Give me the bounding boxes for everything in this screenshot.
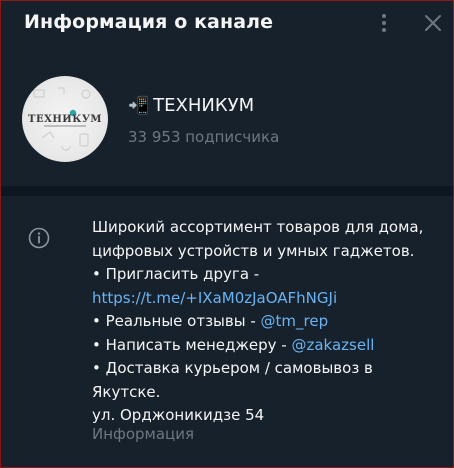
phone-arrow-icon: 📲 xyxy=(128,96,150,116)
header: Информация о канале xyxy=(1,1,453,45)
info-caption: Информация xyxy=(92,425,195,443)
subscriber-count: 33 953 подписчика xyxy=(128,128,280,146)
close-icon xyxy=(425,15,441,31)
more-menu-button[interactable] xyxy=(373,12,395,34)
description-line: • Доставка курьером / самовывоз в xyxy=(92,359,373,377)
avatar[interactable]: ТЕХНИКУМ xyxy=(22,76,108,162)
avatar-logo-text: ТЕХНИКУМ xyxy=(28,114,102,125)
description-line: • Пригласить друга - xyxy=(92,265,260,283)
more-dots-icon xyxy=(382,14,386,18)
description-line: цифровых устройств и умных гаджетов. xyxy=(92,241,415,260)
channel-description: Широкий ассортимент товаров для дома, ци… xyxy=(92,216,432,428)
reviews-link[interactable]: @tm_rep xyxy=(261,312,329,330)
manager-line: • Написать менеджеру - @zakazsell xyxy=(92,335,375,354)
manager-link[interactable]: @zakazsell xyxy=(291,336,374,354)
description-line: Широкий ассортимент товаров для дома, xyxy=(92,218,424,236)
section-divider xyxy=(1,186,453,196)
info-section: Широкий ассортимент товаров для дома, ци… xyxy=(1,196,453,467)
channel-profile: ТЕХНИКУМ 📲 ТЕХНИКУМ 33 953 подписчика xyxy=(1,61,453,181)
channel-info-window: Информация о канале ТЕХНИКУМ 📲 ТЕХНИКУМ … xyxy=(0,0,454,468)
description-line: Якутске. xyxy=(92,382,161,401)
close-button[interactable] xyxy=(421,11,445,35)
page-title: Информация о канале xyxy=(24,11,274,33)
address-line: ул. Орджоникидзе 54 xyxy=(92,406,265,424)
channel-name: 📲 ТЕХНИКУМ xyxy=(128,95,254,116)
reviews-line: • Реальные отзывы - @tm_rep xyxy=(92,312,329,330)
channel-name-label: ТЕХНИКУМ xyxy=(153,95,255,116)
invite-link[interactable]: https://t.me/+IXaM0zJaOAFhNGJi xyxy=(92,287,432,311)
info-icon xyxy=(28,227,50,249)
